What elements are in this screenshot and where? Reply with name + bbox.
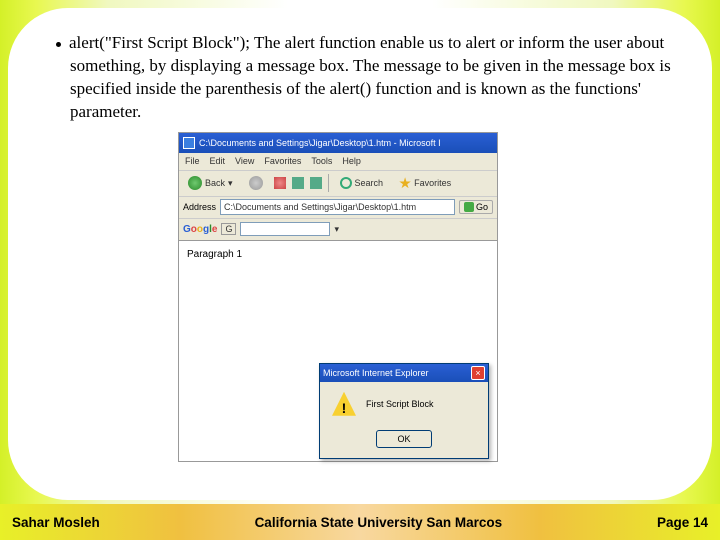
footer-university: California State University San Marcos bbox=[100, 515, 657, 530]
alert-titlebar: Microsoft Internet Explorer × bbox=[320, 364, 488, 382]
ie-title-text: C:\Documents and Settings\Jigar\Desktop\… bbox=[199, 138, 441, 148]
page-paragraph: Paragraph 1 bbox=[187, 249, 489, 260]
search-button[interactable]: Search bbox=[335, 174, 389, 192]
ie-logo-icon bbox=[183, 137, 195, 149]
alert-button-row: OK bbox=[320, 426, 488, 458]
bullet-item: alert("First Script Block"); The alert f… bbox=[48, 32, 672, 124]
favorites-button[interactable]: Favorites bbox=[394, 174, 456, 192]
ie-menubar: File Edit View Favorites Tools Help bbox=[179, 153, 497, 171]
bullet-code: alert("First Script Block"); bbox=[69, 33, 250, 52]
ok-button[interactable]: OK bbox=[376, 430, 432, 448]
search-icon bbox=[340, 177, 352, 189]
star-icon bbox=[399, 177, 411, 189]
alert-dialog: Microsoft Internet Explorer × ! First Sc… bbox=[319, 363, 489, 459]
alert-title-text: Microsoft Internet Explorer bbox=[323, 368, 429, 378]
go-label: Go bbox=[476, 202, 488, 212]
address-value: C:\Documents and Settings\Jigar\Desktop\… bbox=[224, 202, 416, 212]
stop-icon[interactable] bbox=[274, 177, 286, 189]
bullet-dot bbox=[56, 42, 61, 47]
alert-message: First Script Block bbox=[366, 399, 434, 409]
alert-body: ! First Script Block bbox=[320, 382, 488, 426]
back-button[interactable]: Back ▾ bbox=[183, 173, 238, 193]
search-label: Search bbox=[355, 178, 384, 188]
favorites-label: Favorites bbox=[414, 178, 451, 188]
menu-edit[interactable]: Edit bbox=[210, 156, 226, 166]
go-button[interactable]: Go bbox=[459, 200, 493, 214]
google-dropdown[interactable]: G bbox=[221, 223, 236, 235]
slide-footer: Sahar Mosleh California State University… bbox=[0, 504, 720, 540]
menu-file[interactable]: File bbox=[185, 156, 200, 166]
slide-frame: alert("First Script Block"); The alert f… bbox=[8, 8, 712, 500]
menu-help[interactable]: Help bbox=[342, 156, 361, 166]
ie-browser-screenshot: C:\Documents and Settings\Jigar\Desktop\… bbox=[178, 132, 498, 462]
toolbar-divider bbox=[328, 174, 329, 192]
back-label: Back bbox=[205, 178, 225, 188]
address-label: Address bbox=[183, 202, 216, 212]
footer-page: Page 14 bbox=[657, 515, 708, 530]
menu-view[interactable]: View bbox=[235, 156, 254, 166]
address-input[interactable]: C:\Documents and Settings\Jigar\Desktop\… bbox=[220, 199, 455, 215]
warning-icon: ! bbox=[332, 392, 356, 416]
menu-tools[interactable]: Tools bbox=[311, 156, 332, 166]
dropdown-icon: ▾ bbox=[228, 178, 233, 189]
google-dropdown-icon[interactable]: ▾ bbox=[334, 224, 339, 235]
ie-titlebar: C:\Documents and Settings\Jigar\Desktop\… bbox=[179, 133, 497, 153]
ie-addressbar: Address C:\Documents and Settings\Jigar\… bbox=[179, 197, 497, 219]
ie-toolbar: Back ▾ Search Favorites bbox=[179, 171, 497, 197]
google-search-input[interactable] bbox=[240, 222, 330, 236]
forward-arrow-icon bbox=[249, 176, 263, 190]
google-logo: Google bbox=[183, 224, 217, 235]
refresh-icon[interactable] bbox=[292, 177, 304, 189]
ie-google-toolbar: Google G ▾ bbox=[179, 219, 497, 241]
back-arrow-icon bbox=[188, 176, 202, 190]
home-icon[interactable] bbox=[310, 177, 322, 189]
close-icon[interactable]: × bbox=[471, 366, 485, 380]
footer-author: Sahar Mosleh bbox=[12, 515, 100, 530]
forward-button[interactable] bbox=[244, 173, 268, 193]
menu-favorites[interactable]: Favorites bbox=[264, 156, 301, 166]
go-arrow-icon bbox=[464, 202, 474, 212]
